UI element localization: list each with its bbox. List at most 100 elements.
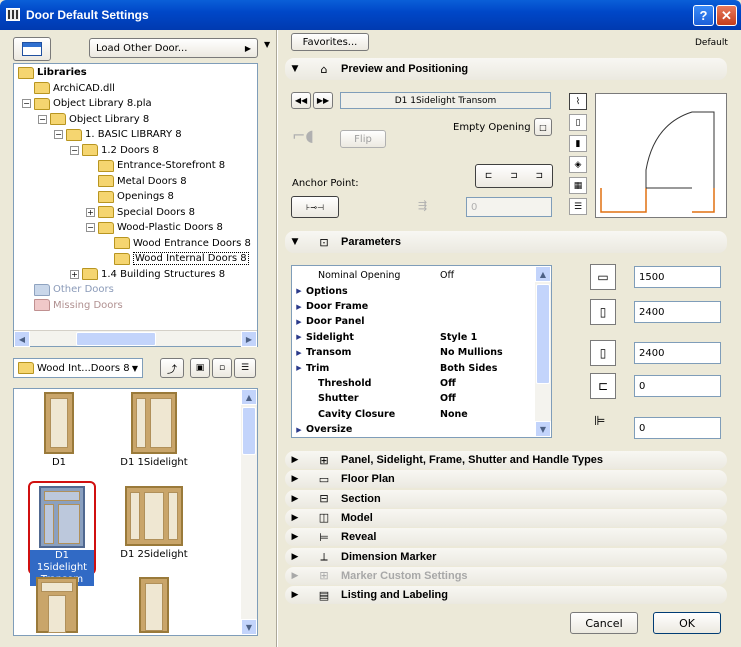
tree-item[interactable]: Entrance-Storefront 8 (98, 158, 225, 173)
collapse-icon[interactable]: − (38, 114, 47, 124)
folder-select[interactable]: Wood Int...Doors 8 ▼ (13, 358, 143, 378)
tree-item[interactable]: Other Doors (34, 282, 114, 297)
collapse-icon[interactable]: − (54, 130, 63, 139)
tree-horizontal-scrollbar[interactable]: ◀ ▶ (14, 330, 257, 347)
splitter[interactable] (277, 30, 278, 647)
expand-triangle-icon[interactable]: ▶ (292, 318, 306, 326)
param-row[interactable]: ▶ Sidelight Style 1 (292, 330, 537, 346)
section-collapsed[interactable]: ▶ ⟂ Dimension Marker (285, 547, 727, 566)
expand-triangle-icon[interactable]: ▶ (292, 364, 306, 372)
param-row[interactable]: ▶ Oversize (292, 422, 537, 438)
expand-triangle-icon[interactable]: ▶ (292, 349, 306, 357)
thumb-d1-1sidelight[interactable]: D1 1Sidelight (119, 392, 189, 468)
favorites-button[interactable]: Favorites... (291, 33, 369, 51)
scroll-thumb[interactable] (242, 407, 256, 455)
library-tree[interactable]: ◀ ▶ Libraries ArchiCAD.dll − Object Library… (13, 63, 258, 347)
param-row[interactable]: ▶ Door Frame (292, 299, 537, 315)
plan-view-icon[interactable]: ⌇ (569, 93, 587, 110)
close-button[interactable]: ✕ (716, 5, 737, 26)
scroll-up-icon[interactable]: ▲ (241, 389, 257, 405)
prev-button[interactable]: ◀◀ (291, 92, 311, 109)
help-button[interactable]: ? (693, 5, 714, 26)
scroll-down-icon[interactable]: ▼ (241, 619, 257, 635)
anchor-point-button[interactable]: ⊦⊸⊣ (291, 196, 339, 218)
scroll-up-icon[interactable]: ▲ (535, 266, 551, 282)
tree-item[interactable]: − Wood-Plastic Doors 8 (86, 220, 223, 235)
view-mode-button[interactable] (13, 37, 51, 61)
section-collapsed[interactable]: ▶ ⊨ Reveal (285, 528, 727, 547)
small-icons-button[interactable]: ▫ (212, 358, 232, 378)
view-icons[interactable]: ⌇ ▯ ▮ ◈ ▦ ☰ (569, 93, 591, 219)
thumb-d1-2sidelight[interactable]: D1 2Sidelight (119, 486, 189, 560)
sill-height-field[interactable]: 0 (634, 375, 721, 397)
tree-item[interactable]: Wood Internal Doors 8 (114, 251, 249, 266)
thumb-d1[interactable]: D1 (24, 392, 94, 468)
scroll-right-icon[interactable]: ▶ (241, 331, 257, 347)
dropdown-arrow-icon[interactable]: ▼ (264, 40, 270, 49)
param-row[interactable]: ▶ Transom No Mullions (292, 345, 537, 361)
scroll-left-icon[interactable]: ◀ (14, 331, 30, 347)
anchor-side-buttons[interactable]: ⊏ ⊐ ⊐ (475, 164, 553, 188)
ok-button[interactable]: OK (653, 612, 721, 634)
large-icons-button[interactable]: ▣ (190, 358, 210, 378)
section-view-icon[interactable]: ▦ (569, 177, 587, 194)
thumbs-vertical-scrollbar[interactable]: ▲ ▼ (241, 389, 257, 635)
scroll-thumb[interactable] (536, 284, 550, 384)
params-vertical-scrollbar[interactable]: ▲ ▼ (535, 266, 551, 437)
empty-opening-button[interactable]: □ (534, 118, 552, 136)
height-field[interactable]: 2400 (634, 301, 721, 323)
load-other-door-button[interactable]: Load Other Door... ▶ (89, 38, 258, 58)
section-parameters[interactable]: ▼ ⊡ Parameters (285, 231, 727, 253)
tree-item[interactable]: ArchiCAD.dll (34, 81, 115, 96)
collapse-icon[interactable]: − (86, 223, 95, 232)
next-button[interactable]: ▶▶ (313, 92, 333, 109)
section-collapsed[interactable]: ▶ ◫ Model (285, 508, 727, 527)
section-collapsed[interactable]: ▶ ⊟ Section (285, 489, 727, 508)
thumb-door-5[interactable] (32, 577, 82, 633)
tree-item[interactable]: − Object Library 8.pla (22, 96, 152, 111)
collapse-icon[interactable]: − (22, 99, 31, 108)
param-row[interactable]: ▶ Options (292, 283, 537, 299)
front-view-icon[interactable]: ▯ (569, 114, 587, 131)
param-row[interactable]: Cavity Closure None (292, 407, 537, 423)
tree-item[interactable]: − Object Library 8 (38, 112, 149, 127)
list-details-button[interactable]: ☰ (234, 358, 256, 378)
scroll-thumb[interactable] (76, 332, 156, 346)
tree-item[interactable]: Openings 8 (98, 189, 174, 204)
collapse-icon[interactable]: − (70, 145, 79, 155)
param-row[interactable]: Nominal Opening Off (292, 268, 537, 284)
expand-triangle-icon[interactable]: ▶ (292, 303, 306, 311)
tree-item[interactable]: Metal Doors 8 (98, 174, 187, 189)
expand-triangle-icon[interactable]: ▶ (292, 287, 306, 295)
expand-triangle-icon[interactable]: ▶ (292, 426, 306, 434)
title-bar[interactable]: Door Default Settings ? ✕ (0, 0, 741, 30)
thumb-door-6[interactable] (134, 577, 174, 633)
flip-button[interactable]: Flip (340, 130, 386, 148)
cancel-button[interactable]: Cancel (570, 612, 638, 634)
parameters-list[interactable]: ▲ ▼ Nominal Opening Off ▶ Options ▶ Door Fram… (291, 265, 552, 438)
thumb-d1-1sidelight-transom[interactable]: D1 1Sidelight Transom (28, 481, 96, 586)
param-row[interactable]: Threshold Off (292, 376, 537, 392)
3d-view-icon[interactable]: ◈ (569, 156, 587, 173)
section-collapsed[interactable]: ▶ ⊞ Panel, Sidelight, Frame, Shutter and H… (285, 451, 727, 469)
door-thumbnails[interactable]: D1 D1 1Sidelight D1 1Sidelight Transom D… (13, 388, 258, 636)
tree-item[interactable]: − 1.2 Doors 8 (70, 143, 159, 158)
side-view-icon[interactable]: ▮ (569, 135, 587, 152)
tree-item[interactable]: +1.4 Building Structures 8 (70, 267, 225, 282)
section-collapsed[interactable]: ▶ ▤ Listing and Labeling (285, 586, 727, 605)
offset-field[interactable]: 0 (466, 197, 552, 217)
folder-up-button[interactable]: ⤴ (160, 358, 184, 378)
nominal-height-field[interactable]: 2400 (634, 342, 721, 364)
list-view-icon[interactable]: ☰ (569, 198, 587, 215)
tree-item[interactable]: Missing Doors (34, 298, 123, 313)
param-row[interactable]: ▶ Trim Both Sides (292, 360, 537, 376)
param-row[interactable]: ▶ Door Panel (292, 314, 537, 330)
tree-item[interactable]: Libraries (18, 65, 87, 80)
expand-triangle-icon[interactable]: ▶ (292, 333, 306, 341)
tree-item[interactable]: Wood Entrance Doors 8 (114, 236, 251, 251)
expand-icon[interactable]: + (86, 207, 95, 217)
expand-icon[interactable]: + (70, 269, 79, 279)
section-collapsed[interactable]: ▶ ▭ Floor Plan (285, 470, 727, 489)
section-preview-positioning[interactable]: ▼ ⌂ Preview and Positioning (285, 58, 727, 80)
tree-item[interactable]: − 1. BASIC LIBRARY 8 (54, 127, 182, 142)
